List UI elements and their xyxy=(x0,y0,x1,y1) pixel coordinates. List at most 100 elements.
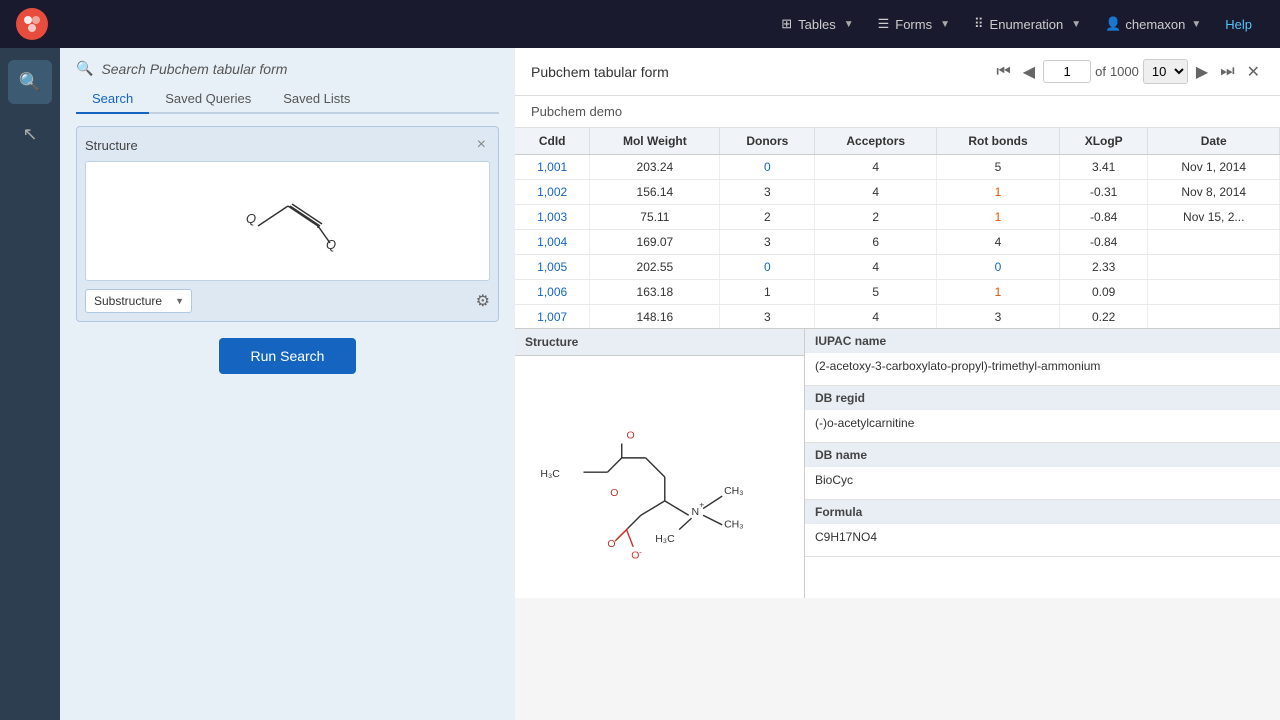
page-of-label: of xyxy=(1095,64,1106,79)
icon-sidebar: 🔍 ↖ xyxy=(0,48,60,720)
table-row[interactable]: 1,004 169.07 3 6 4 -0.84 xyxy=(515,230,1280,255)
table-row[interactable]: 1,006 163.18 1 5 1 0.09 xyxy=(515,280,1280,305)
cell-xlogp: -0.31 xyxy=(1059,180,1148,205)
search-panel: 🔍 Search Pubchem tabular form Search Sav… xyxy=(60,48,515,720)
cell-xlogp: 2.33 xyxy=(1059,255,1148,280)
enumeration-nav[interactable]: ⠿ Enumeration ▼ xyxy=(962,10,1093,38)
settings-icon[interactable]: ⚙ xyxy=(476,291,490,311)
cell-mol-weight: 202.55 xyxy=(590,255,720,280)
demo-subtitle: Pubchem demo xyxy=(515,96,1280,128)
cell-donors: 2 xyxy=(720,205,815,230)
svg-text:O: O xyxy=(626,430,634,442)
cell-acceptors: 4 xyxy=(815,180,937,205)
detail-dbname-group: DB name BioCyc xyxy=(805,443,1280,500)
col-rot-bonds: Rot bonds xyxy=(937,128,1060,155)
col-cdid: CdId xyxy=(515,128,590,155)
svg-text:Q: Q xyxy=(246,211,256,226)
cell-rot-bonds: 3 xyxy=(937,305,1060,329)
table-row[interactable]: 1,002 156.14 3 4 1 -0.31 Nov 8, 2014 xyxy=(515,180,1280,205)
col-donors: Donors xyxy=(720,128,815,155)
cell-xlogp: -0.84 xyxy=(1059,230,1148,255)
cell-xlogp: 0.09 xyxy=(1059,280,1148,305)
structure-controls: Substructure Exact Similarity ⚙ xyxy=(85,289,490,313)
tables-nav[interactable]: ⊞ Tables ▼ xyxy=(769,10,865,38)
detail-area: Structure H₃C O xyxy=(515,328,1280,598)
forms-nav[interactable]: ☰ Forms ▼ xyxy=(866,10,962,38)
nav-close-button[interactable]: ✕ xyxy=(1243,58,1264,86)
help-label: Help xyxy=(1225,17,1252,32)
detail-structure: Structure H₃C O xyxy=(515,329,805,598)
cell-rot-bonds: 1 xyxy=(937,205,1060,230)
cell-date xyxy=(1148,280,1280,305)
tab-search[interactable]: Search xyxy=(76,85,149,114)
tab-saved-queries[interactable]: Saved Queries xyxy=(149,85,267,114)
cell-cdid: 1,005 xyxy=(515,255,590,280)
table-body: 1,001 203.24 0 4 5 3.41 Nov 1, 2014 1,00… xyxy=(515,155,1280,329)
sidebar-item-select[interactable]: ↖ xyxy=(8,112,52,156)
table-row[interactable]: 1,005 202.55 0 4 0 2.33 xyxy=(515,255,1280,280)
detail-formula-group: Formula C9H17NO4 xyxy=(805,500,1280,557)
col-mol-weight: Mol Weight xyxy=(590,128,720,155)
table-row[interactable]: 1,007 148.16 3 4 3 0.22 xyxy=(515,305,1280,329)
cell-cdid: 1,001 xyxy=(515,155,590,180)
cell-rot-bonds: 5 xyxy=(937,155,1060,180)
cell-acceptors: 4 xyxy=(815,155,937,180)
cell-mol-weight: 156.14 xyxy=(590,180,720,205)
detail-dbregid-group: DB regid (-)o-acetylcarnitine xyxy=(805,386,1280,443)
substructure-select[interactable]: Substructure Exact Similarity xyxy=(85,289,192,313)
cell-acceptors: 4 xyxy=(815,255,937,280)
cell-cdid: 1,003 xyxy=(515,205,590,230)
svg-text:O: O xyxy=(607,538,615,550)
cell-donors: 0 xyxy=(720,255,815,280)
detail-structure-header: Structure xyxy=(515,329,804,356)
page-input[interactable] xyxy=(1043,60,1091,83)
svg-text:N: N xyxy=(691,506,699,518)
detail-dbname-value: BioCyc xyxy=(805,467,1280,499)
run-search-button[interactable]: Run Search xyxy=(219,338,357,374)
forms-icon: ☰ xyxy=(878,16,890,32)
col-xlogp: XLogP xyxy=(1059,128,1148,155)
page-size-select[interactable]: 102550 xyxy=(1143,59,1188,84)
cell-donors: 3 xyxy=(720,305,815,329)
user-menu[interactable]: 👤 chemaxon ▼ xyxy=(1093,10,1213,38)
svg-text:CH₃: CH₃ xyxy=(724,519,743,531)
cell-donors: 3 xyxy=(720,230,815,255)
detail-iupac-group: IUPAC name (2-acetoxy-3-carboxylato-prop… xyxy=(805,329,1280,386)
substructure-select-wrap: Substructure Exact Similarity xyxy=(85,289,192,313)
detail-formula-label: Formula xyxy=(805,500,1280,524)
table-header-row: CdId Mol Weight Donors Acceptors Rot bon… xyxy=(515,128,1280,155)
cell-date: Nov 8, 2014 xyxy=(1148,180,1280,205)
table-wrapper[interactable]: CdId Mol Weight Donors Acceptors Rot bon… xyxy=(515,128,1280,328)
data-table: CdId Mol Weight Donors Acceptors Rot bon… xyxy=(515,128,1280,328)
form-nav: ⏮ ◀ of 1000 102550 ▶ ⏭ ✕ xyxy=(992,58,1264,86)
nav-last-button[interactable]: ⏭ xyxy=(1216,59,1238,85)
cell-acceptors: 4 xyxy=(815,305,937,329)
cell-mol-weight: 163.18 xyxy=(590,280,720,305)
structure-card-close-button[interactable]: × xyxy=(473,135,490,155)
search-form-label: Search Pubchem tabular form xyxy=(101,61,287,77)
structure-card-title: Structure xyxy=(85,138,138,153)
search-bar: 🔍 Search Pubchem tabular form xyxy=(76,60,499,77)
help-link[interactable]: Help xyxy=(1213,11,1264,38)
cell-cdid: 1,007 xyxy=(515,305,590,329)
structure-card-header: Structure × xyxy=(85,135,490,155)
tab-saved-lists[interactable]: Saved Lists xyxy=(267,85,366,114)
user-dropdown-icon: ▼ xyxy=(1191,19,1201,30)
cell-mol-weight: 169.07 xyxy=(590,230,720,255)
table-row[interactable]: 1,001 203.24 0 4 5 3.41 Nov 1, 2014 xyxy=(515,155,1280,180)
user-label: chemaxon xyxy=(1125,17,1185,32)
cell-donors: 0 xyxy=(720,155,815,180)
detail-dbregid-label: DB regid xyxy=(805,386,1280,410)
sidebar-item-search[interactable]: 🔍 xyxy=(8,60,52,104)
cell-acceptors: 2 xyxy=(815,205,937,230)
table-row[interactable]: 1,003 75.11 2 2 1 -0.84 Nov 15, 2... xyxy=(515,205,1280,230)
cell-mol-weight: 75.11 xyxy=(590,205,720,230)
molecule-sketch: Q Q xyxy=(178,171,398,271)
cell-xlogp: 3.41 xyxy=(1059,155,1148,180)
nav-prev-button[interactable]: ◀ xyxy=(1019,58,1039,86)
enumeration-label: Enumeration xyxy=(990,17,1064,32)
structure-canvas[interactable]: Q Q xyxy=(85,161,490,281)
cell-donors: 1 xyxy=(720,280,815,305)
nav-first-button[interactable]: ⏮ xyxy=(992,59,1014,85)
nav-next-button[interactable]: ▶ xyxy=(1192,58,1212,86)
